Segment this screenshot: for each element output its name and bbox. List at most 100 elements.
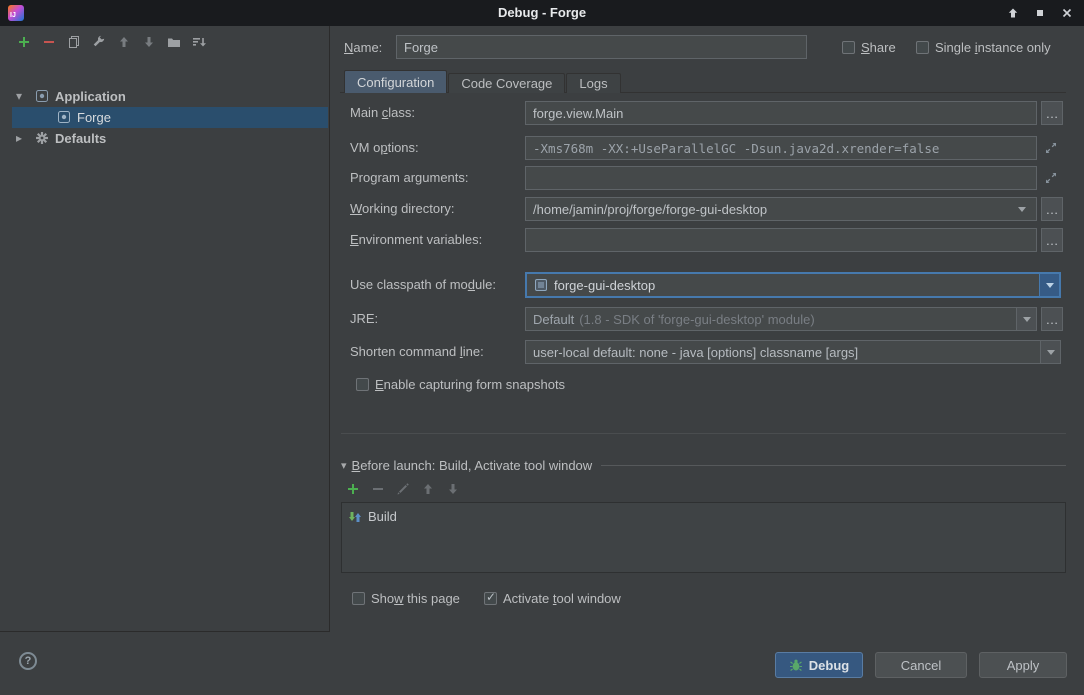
working-directory-input[interactable]: [525, 197, 1037, 221]
plus-icon: [345, 481, 361, 497]
tree-item-label: Application: [55, 86, 126, 107]
configurations-toolbar: [0, 26, 330, 58]
folder-icon: [166, 34, 182, 50]
minus-icon: [370, 481, 386, 497]
tree-item-forge[interactable]: Forge: [0, 107, 328, 128]
chevron-right-icon[interactable]: ▸: [16, 128, 22, 149]
titlebar: IJ Debug - Forge: [0, 0, 1084, 26]
before-launch-rule: [601, 465, 1066, 466]
sort-configurations-button[interactable]: [191, 34, 207, 50]
main-class-input[interactable]: [525, 101, 1037, 125]
environment-variables-browse-button[interactable]: …: [1041, 228, 1063, 252]
name-input[interactable]: [396, 35, 807, 59]
capture-snapshots-label: Enable capturing form snapshots: [375, 377, 565, 392]
vm-options-expand-button[interactable]: [1043, 140, 1059, 156]
window-controls: [1006, 0, 1074, 26]
expand-field-icon: [1043, 140, 1059, 156]
arrow-down-icon: [445, 481, 461, 497]
apply-button-label: Apply: [1007, 658, 1040, 673]
task-item-build[interactable]: Build: [342, 506, 1065, 527]
maximize-icon: [1034, 7, 1046, 19]
share-checkbox[interactable]: [842, 41, 855, 54]
close-icon: [1061, 7, 1073, 19]
jre-browse-button[interactable]: …: [1041, 307, 1063, 331]
module-icon: [534, 278, 548, 292]
environment-variables-label: Environment variables:: [350, 232, 482, 247]
environment-variables-input[interactable]: [525, 228, 1037, 252]
main-class-browse-button[interactable]: …: [1041, 101, 1063, 125]
tree-item-label: Forge: [77, 107, 111, 128]
help-button[interactable]: ?: [19, 652, 37, 670]
run-debug-configurations-dialog: IJ Debug - Forge: [0, 0, 1084, 695]
chevron-down-icon[interactable]: ▾: [16, 86, 22, 107]
wrench-icon: [91, 34, 107, 50]
edit-task-button[interactable]: [395, 481, 411, 497]
vm-options-input[interactable]: [525, 136, 1037, 160]
add-task-button[interactable]: [345, 481, 361, 497]
program-arguments-input[interactable]: [525, 166, 1037, 190]
debug-button[interactable]: Debug: [775, 652, 863, 678]
create-folder-button[interactable]: [166, 34, 182, 50]
close-button[interactable]: [1060, 6, 1074, 20]
single-instance-checkbox[interactable]: [916, 41, 929, 54]
module-classpath-value: forge-gui-desktop: [554, 278, 655, 293]
shorten-command-line-value: user-local default: none - java [options…: [533, 345, 858, 360]
tab-logs[interactable]: Logs: [566, 73, 620, 93]
tab-configuration[interactable]: Configuration: [344, 70, 447, 93]
debug-button-label: Debug: [809, 658, 849, 673]
shorten-command-line-combo[interactable]: user-local default: none - java [options…: [525, 340, 1061, 364]
move-task-up-button[interactable]: [420, 481, 436, 497]
tab-code-coverage[interactable]: Code Coverage: [448, 73, 565, 93]
tree-item-application[interactable]: ▾ Application: [0, 86, 328, 107]
activate-tool-window-label: Activate tool window: [503, 591, 621, 606]
section-separator: [341, 433, 1066, 434]
arrow-up-icon: [116, 34, 132, 50]
before-launch-header: ▾ Before launch: Build, Activate tool wi…: [341, 457, 1066, 473]
sort-icon: [191, 34, 207, 50]
show-this-page-checkbox[interactable]: [352, 592, 365, 605]
copy-configuration-button[interactable]: [66, 34, 82, 50]
share-label: Share: [861, 40, 896, 55]
module-classpath-dropdown-button[interactable]: [1039, 274, 1059, 296]
jre-combo[interactable]: Default (1.8 - SDK of 'forge-gui-desktop…: [525, 307, 1037, 331]
capture-snapshots-checkbox[interactable]: [356, 378, 369, 391]
edit-defaults-button[interactable]: [91, 34, 107, 50]
add-configuration-button[interactable]: [16, 34, 32, 50]
program-arguments-expand-button[interactable]: [1043, 170, 1059, 186]
shorten-command-line-label: Shorten command line:: [350, 344, 484, 359]
jre-value: Default: [533, 312, 574, 327]
activate-tool-window-checkbox[interactable]: [484, 592, 497, 605]
chevron-down-icon: [1047, 350, 1055, 355]
application-type-icon: [34, 88, 50, 104]
maximize-button[interactable]: [1033, 6, 1047, 20]
remove-task-button[interactable]: [370, 481, 386, 497]
name-label: Name:: [344, 40, 382, 55]
tree-item-defaults[interactable]: ▸ Defaults: [0, 128, 328, 149]
move-task-down-button[interactable]: [445, 481, 461, 497]
single-instance-label: Single instance only: [935, 40, 1051, 55]
module-classpath-label: Use classpath of module:: [350, 277, 496, 292]
remove-configuration-button[interactable]: [41, 34, 57, 50]
module-classpath-combo[interactable]: forge-gui-desktop: [525, 272, 1061, 298]
chevron-down-icon: [1023, 317, 1031, 322]
apply-button[interactable]: Apply: [979, 652, 1067, 678]
jre-hint: (1.8 - SDK of 'forge-gui-desktop' module…: [579, 312, 814, 327]
move-up-button[interactable]: [116, 34, 132, 50]
jre-dropdown-button[interactable]: [1016, 308, 1036, 330]
move-down-button[interactable]: [141, 34, 157, 50]
configurations-tree: ▾ Application Forge ▸ Defaults: [0, 60, 328, 631]
working-directory-browse-button[interactable]: …: [1041, 197, 1063, 221]
before-launch-task-list[interactable]: Build: [341, 502, 1066, 573]
configurations-sidebar: ▾ Application Forge ▸ Defaults: [0, 26, 330, 632]
collapse-chevron-icon[interactable]: ▾: [341, 459, 347, 472]
build-icon: [348, 510, 362, 524]
working-directory-dropdown-icon[interactable]: [1018, 207, 1026, 212]
cancel-button[interactable]: Cancel: [875, 652, 967, 678]
main-class-label: Main class:: [350, 105, 415, 120]
rollup-button[interactable]: [1006, 6, 1020, 20]
arrow-up-icon: [420, 481, 436, 497]
arrow-up-icon: [1007, 7, 1019, 19]
program-arguments-label: Program arguments:: [350, 170, 469, 185]
shorten-command-line-dropdown-button[interactable]: [1040, 341, 1060, 363]
application-config-icon: [56, 109, 72, 125]
